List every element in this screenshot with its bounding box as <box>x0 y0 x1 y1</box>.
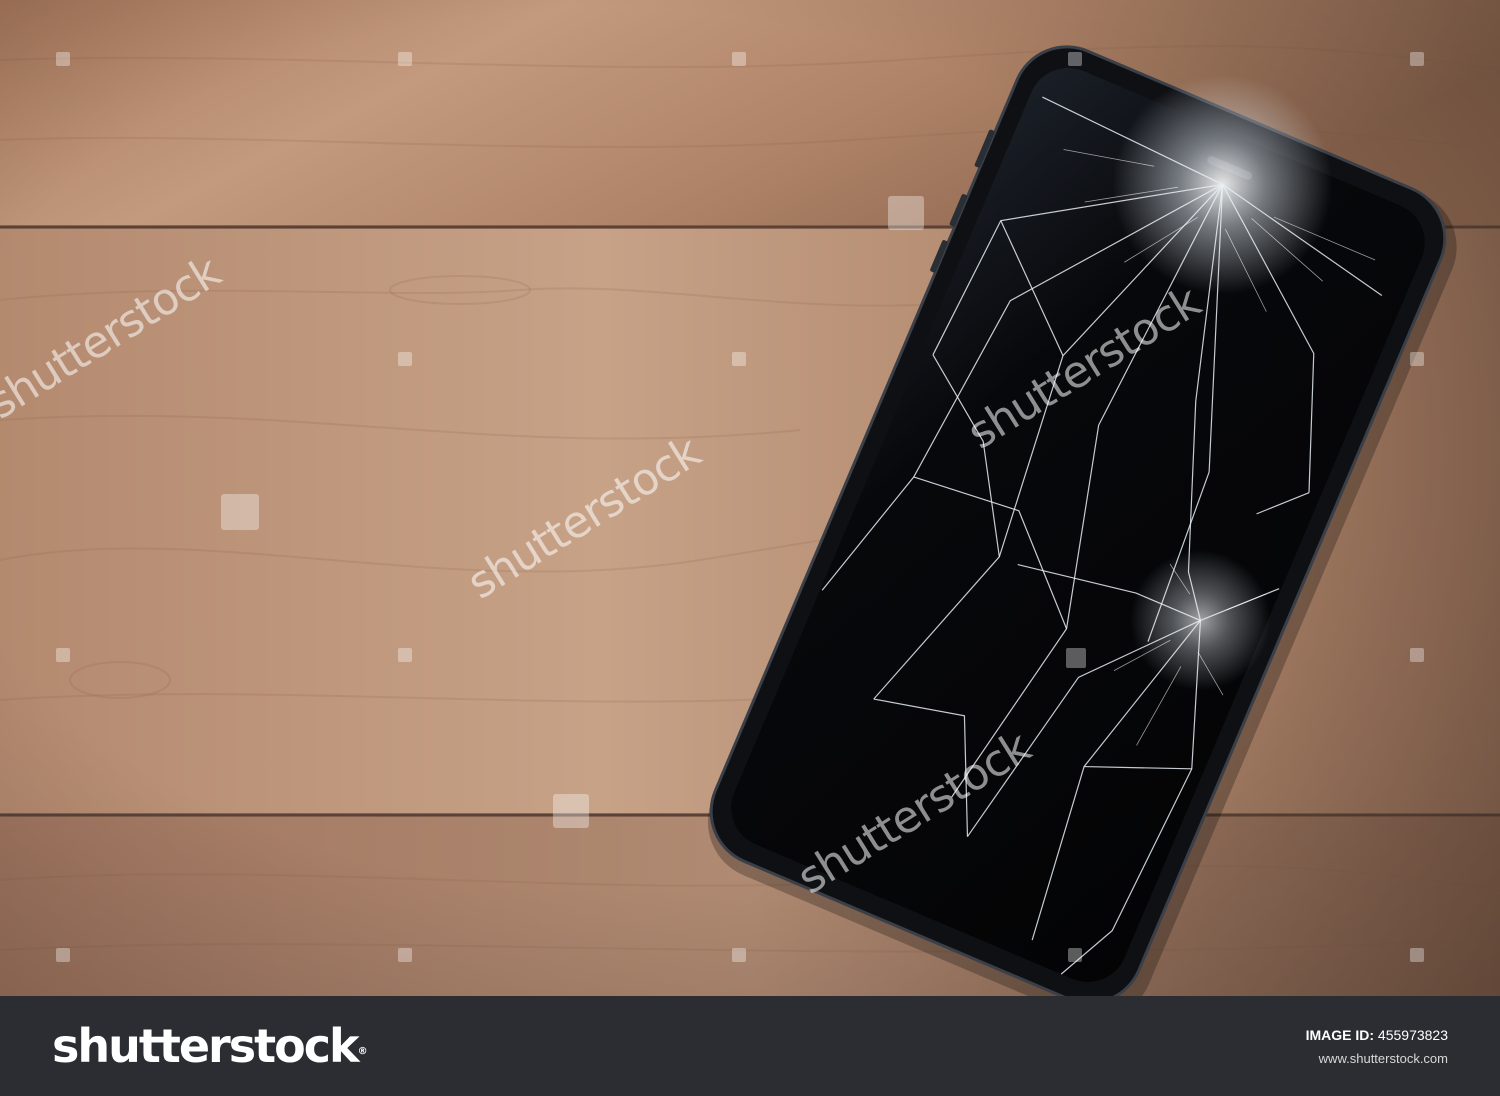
logo-text: shutterstock <box>52 1019 360 1073</box>
image-id-label: IMAGE ID: <box>1305 1027 1375 1043</box>
site-url[interactable]: www.shutterstock.com <box>1319 1050 1448 1067</box>
registered-mark: ® <box>357 1046 368 1057</box>
image-id: IMAGE ID: 455973823 <box>1306 1026 1448 1044</box>
image-id-value: 455973823 <box>1377 1027 1448 1043</box>
shutterstock-logo[interactable]: shutterstock® <box>52 1018 368 1074</box>
stock-footer-bar: shutterstock® IMAGE ID: 455973823 www.sh… <box>0 996 1500 1096</box>
stock-photo: shutterstock shutterstock shutterstock s… <box>0 0 1500 996</box>
photo-canvas: shutterstock shutterstock shutterstock s… <box>0 0 1500 996</box>
